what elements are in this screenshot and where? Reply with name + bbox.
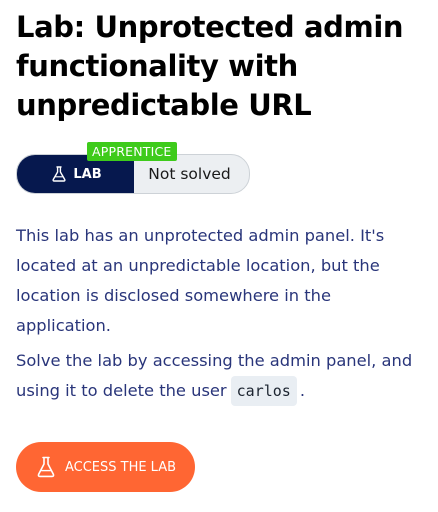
description-paragraph: Solve the lab by accessing the admin pan… bbox=[16, 346, 426, 406]
level-badge: APPRENTICE bbox=[87, 142, 177, 161]
lab-header: Lab: Unprotected admin functionality wit… bbox=[16, 0, 426, 411]
flask-icon bbox=[52, 166, 66, 182]
page-title: Lab: Unprotected admin functionality wit… bbox=[16, 10, 404, 122]
description-paragraph: This lab has an unprotected admin panel.… bbox=[16, 226, 385, 335]
lab-status-widget: APPRENTICE LAB Not solved bbox=[16, 142, 250, 194]
description-text: . bbox=[299, 381, 306, 400]
username-code: carlos bbox=[230, 376, 297, 406]
access-lab-label: ACCESS THE LAB bbox=[64, 459, 177, 475]
flask-icon bbox=[37, 456, 55, 478]
access-lab-button[interactable]: ACCESS THE LAB bbox=[16, 442, 195, 492]
description-text: Solve the lab by accessing the admin pan… bbox=[16, 351, 413, 400]
lab-description: This lab has an unprotected admin panel.… bbox=[16, 221, 426, 406]
lab-chip-label: LAB bbox=[73, 166, 102, 182]
